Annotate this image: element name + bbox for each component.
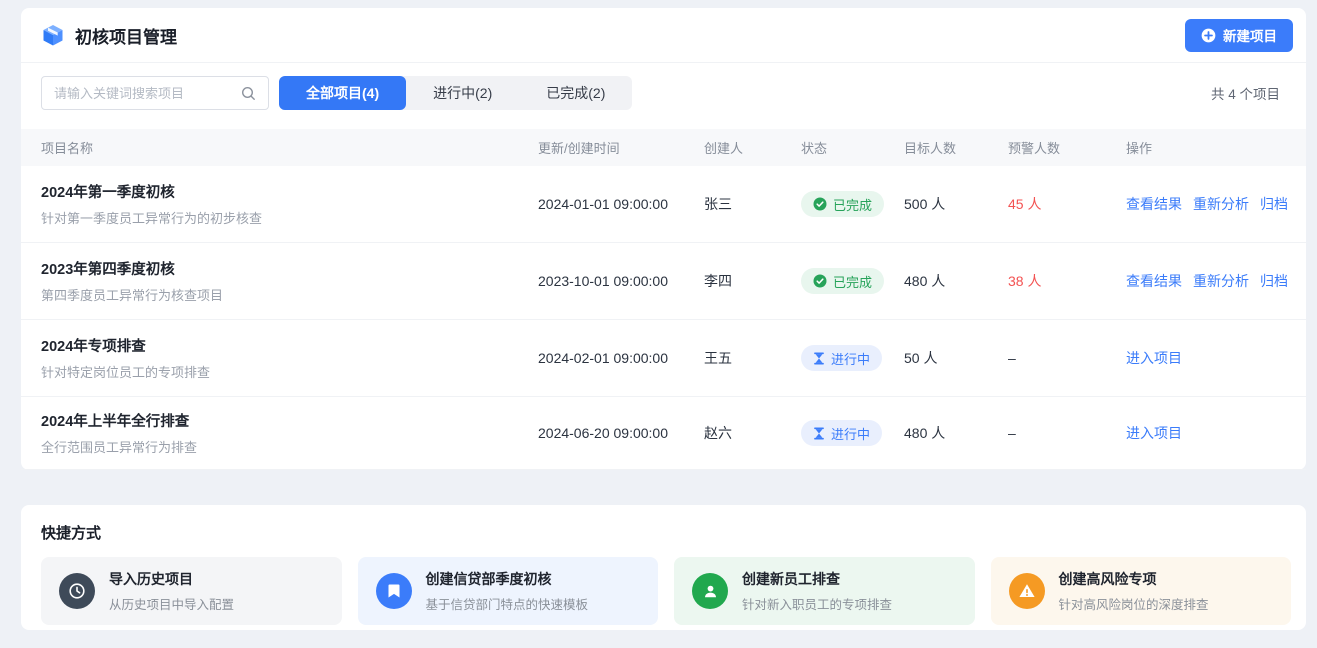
col-project-name: 项目名称 — [41, 138, 538, 157]
project-desc: 第四季度员工异常行为核查项目 — [41, 285, 538, 304]
project-name: 2024年第一季度初核 — [41, 181, 538, 202]
project-time: 2024-06-20 09:00:00 — [538, 425, 704, 441]
project-desc: 全行范围员工异常行为排查 — [41, 437, 538, 456]
shortcut-create-credit-review[interactable]: 创建信贷部季度初核 基于信贷部门特点的快速模板 — [358, 557, 659, 625]
action-enter-project[interactable]: 进入项目 — [1126, 423, 1182, 443]
target-count: 480 人 — [904, 423, 1008, 443]
search-box[interactable] — [41, 76, 269, 110]
target-count: 500 人 — [904, 194, 1008, 214]
shortcut-title: 导入历史项目 — [109, 569, 234, 589]
warning-count: 38 人 — [1008, 271, 1126, 291]
filter-tabs: 全部项目(4) 进行中(2) 已完成(2) — [279, 76, 632, 110]
shortcut-desc: 针对新入职员工的专项排查 — [742, 594, 892, 613]
clock-icon — [59, 573, 95, 609]
action-archive[interactable]: 归档 — [1260, 194, 1288, 214]
tab-in-progress[interactable]: 进行中(2) — [406, 76, 519, 110]
col-actions: 操作 — [1126, 138, 1290, 157]
project-desc: 针对特定岗位员工的专项排查 — [41, 362, 538, 381]
shortcut-desc: 基于信贷部门特点的快速模板 — [426, 594, 589, 613]
hourglass-icon — [813, 427, 825, 440]
action-view-results[interactable]: 查看结果 — [1126, 271, 1182, 291]
project-management-panel: 初核项目管理 新建项目 全部项目(4) 进行中(2) — [21, 8, 1306, 470]
project-name: 2024年上半年全行排查 — [41, 410, 538, 431]
col-update-time: 更新/创建时间 — [538, 138, 704, 157]
project-name: 2023年第四季度初核 — [41, 258, 538, 279]
hourglass-icon — [813, 352, 825, 365]
warning-triangle-icon — [1009, 573, 1045, 609]
action-reanalyze[interactable]: 重新分析 — [1193, 194, 1249, 214]
tab-all-projects[interactable]: 全部项目(4) — [279, 76, 406, 110]
search-icon[interactable] — [241, 86, 256, 101]
project-desc: 针对第一季度员工异常行为的初步核查 — [41, 208, 538, 227]
target-count: 480 人 — [904, 271, 1008, 291]
user-icon — [692, 573, 728, 609]
project-name: 2024年专项排查 — [41, 335, 538, 356]
status-badge-completed: 已完成 — [801, 268, 884, 294]
project-time: 2024-02-01 09:00:00 — [538, 350, 704, 366]
warning-count: – — [1008, 425, 1126, 441]
action-enter-project[interactable]: 进入项目 — [1126, 348, 1182, 368]
action-reanalyze[interactable]: 重新分析 — [1193, 271, 1249, 291]
shortcuts-title: 快捷方式 — [41, 522, 1291, 543]
project-creator: 李四 — [704, 271, 801, 291]
action-view-results[interactable]: 查看结果 — [1126, 194, 1182, 214]
col-warning-count: 预警人数 — [1008, 138, 1126, 157]
status-badge-completed: 已完成 — [801, 191, 884, 217]
shortcut-desc: 针对高风险岗位的深度排查 — [1059, 594, 1209, 613]
tab-completed[interactable]: 已完成(2) — [519, 76, 632, 110]
shortcuts-panel: 快捷方式 导入历史项目 从历史项目中导入配置 创建信贷部季度初核 — [21, 505, 1306, 630]
plus-circle-icon — [1201, 28, 1216, 43]
total-project-count: 共 4 个项目 — [1211, 83, 1280, 103]
target-count: 50 人 — [904, 348, 1008, 368]
action-archive[interactable]: 归档 — [1260, 271, 1288, 291]
project-creator: 张三 — [704, 194, 801, 214]
check-circle-icon — [813, 274, 827, 288]
search-input[interactable] — [54, 86, 224, 101]
col-target-count: 目标人数 — [904, 138, 1008, 157]
shortcut-title: 创建高风险专项 — [1059, 569, 1209, 589]
table-row: 2024年上半年全行排查 全行范围员工异常行为排查 2024-06-20 09:… — [21, 397, 1306, 470]
table-row: 2024年第一季度初核 针对第一季度员工异常行为的初步核查 2024-01-01… — [21, 166, 1306, 243]
project-time: 2023-10-01 09:00:00 — [538, 273, 704, 289]
page-header: 初核项目管理 新建项目 — [21, 8, 1306, 63]
col-creator: 创建人 — [704, 138, 801, 157]
table-header: 项目名称 更新/创建时间 创建人 状态 目标人数 预警人数 操作 — [21, 129, 1306, 166]
project-time: 2024-01-01 09:00:00 — [538, 196, 704, 212]
check-circle-icon — [813, 197, 827, 211]
page-title: 初核项目管理 — [75, 23, 177, 48]
status-badge-in-progress: 进行中 — [801, 420, 882, 446]
shortcut-title: 创建新员工排查 — [742, 569, 892, 589]
table-row: 2024年专项排查 针对特定岗位员工的专项排查 2024-02-01 09:00… — [21, 320, 1306, 397]
toolbar: 全部项目(4) 进行中(2) 已完成(2) 共 4 个项目 — [21, 63, 1306, 119]
new-project-button[interactable]: 新建项目 — [1185, 19, 1293, 52]
project-creator: 王五 — [704, 348, 801, 368]
project-creator: 赵六 — [704, 423, 801, 443]
shortcut-desc: 从历史项目中导入配置 — [109, 594, 234, 613]
cube-icon — [41, 23, 65, 47]
table-row: 2023年第四季度初核 第四季度员工异常行为核查项目 2023-10-01 09… — [21, 243, 1306, 320]
warning-count: – — [1008, 350, 1126, 366]
bookmark-icon — [376, 573, 412, 609]
status-badge-in-progress: 进行中 — [801, 345, 882, 371]
col-status: 状态 — [801, 138, 904, 157]
warning-count: 45 人 — [1008, 194, 1126, 214]
shortcut-import-history[interactable]: 导入历史项目 从历史项目中导入配置 — [41, 557, 342, 625]
shortcut-create-high-risk-special[interactable]: 创建高风险专项 针对高风险岗位的深度排查 — [991, 557, 1292, 625]
shortcut-title: 创建信贷部季度初核 — [426, 569, 589, 589]
shortcut-create-new-employee-check[interactable]: 创建新员工排查 针对新入职员工的专项排查 — [674, 557, 975, 625]
